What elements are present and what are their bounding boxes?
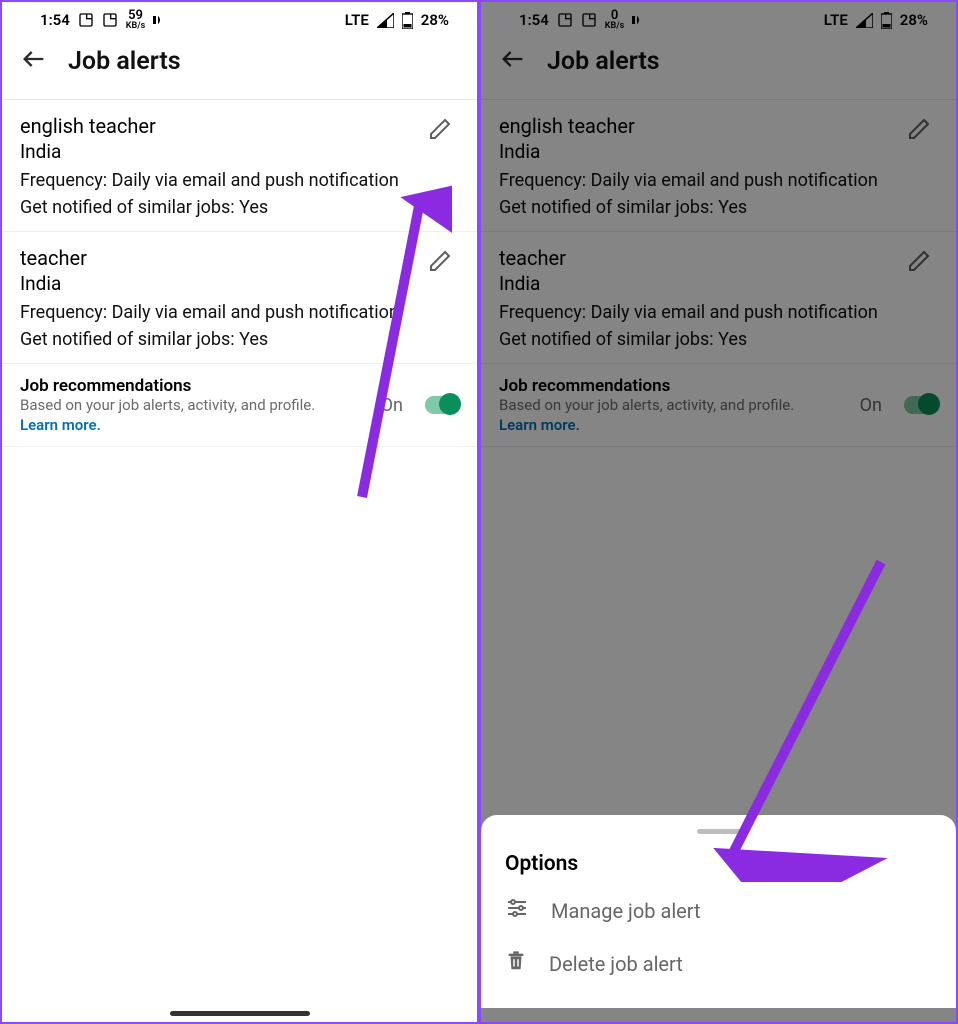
alert-frequency: Frequency: Daily via email and push noti… bbox=[499, 299, 938, 326]
edit-alert-button[interactable] bbox=[904, 114, 934, 144]
status-time: 1:54 bbox=[519, 11, 549, 29]
edit-alert-button[interactable] bbox=[904, 246, 934, 276]
screenshot-icon-1 bbox=[78, 12, 94, 28]
toggle-state: On bbox=[860, 395, 882, 416]
recommendations-row: Job recommendations Based on your job al… bbox=[481, 364, 956, 447]
nav-handle[interactable] bbox=[170, 1011, 310, 1016]
battery-percent: 28% bbox=[900, 11, 928, 29]
back-button[interactable] bbox=[20, 45, 48, 77]
page-title: Job alerts bbox=[547, 47, 660, 76]
network-type: LTE bbox=[824, 11, 848, 29]
screenshot-icon-2 bbox=[102, 12, 118, 28]
toggle-state: On bbox=[381, 395, 403, 416]
sheet-title: Options bbox=[481, 848, 956, 884]
alert-location: India bbox=[20, 140, 459, 163]
alert-location: India bbox=[499, 272, 938, 295]
recs-title: Job recommendations bbox=[499, 376, 850, 396]
recommendations-toggle[interactable] bbox=[904, 396, 938, 414]
recommendations-row: Job recommendations Based on your job al… bbox=[2, 364, 477, 447]
recs-title: Job recommendations bbox=[20, 376, 371, 396]
battery-percent: 28% bbox=[421, 11, 449, 29]
manage-job-alert-option[interactable]: Manage job alert bbox=[481, 884, 956, 937]
alert-frequency: Frequency: Daily via email and push noti… bbox=[499, 167, 938, 194]
sliders-icon bbox=[505, 896, 529, 925]
alert-similar: Get notified of similar jobs: Yes bbox=[20, 326, 459, 353]
alert-frequency: Frequency: Daily via email and push noti… bbox=[20, 167, 459, 194]
alert-item[interactable]: english teacher India Frequency: Daily v… bbox=[2, 100, 477, 232]
sheet-drag-handle[interactable] bbox=[697, 829, 741, 834]
recommendations-toggle[interactable] bbox=[425, 396, 459, 414]
alert-similar: Get notified of similar jobs: Yes bbox=[20, 194, 459, 221]
edit-alert-button[interactable] bbox=[425, 246, 455, 276]
status-bar: 1:54 59KB/s LTE 28% bbox=[2, 2, 477, 33]
net-speed: 59KB/s bbox=[126, 9, 145, 31]
back-button[interactable] bbox=[499, 45, 527, 77]
manage-label: Manage job alert bbox=[551, 899, 701, 923]
page-title: Job alerts bbox=[68, 47, 181, 76]
alert-item[interactable]: teacher India Frequency: Daily via email… bbox=[481, 232, 956, 364]
alert-item[interactable]: teacher India Frequency: Daily via email… bbox=[2, 232, 477, 364]
alert-title: teacher bbox=[499, 246, 938, 270]
delete-label: Delete job alert bbox=[549, 952, 683, 976]
alert-title: english teacher bbox=[20, 114, 459, 138]
alert-title: teacher bbox=[20, 246, 459, 270]
options-bottom-sheet: Options Manage job alert Delete job aler… bbox=[481, 815, 956, 1008]
status-time: 1:54 bbox=[40, 11, 70, 29]
alert-similar: Get notified of similar jobs: Yes bbox=[499, 326, 938, 353]
battery-icon bbox=[402, 12, 413, 29]
alert-location: India bbox=[499, 140, 938, 163]
alert-item[interactable]: english teacher India Frequency: Daily v… bbox=[481, 100, 956, 232]
signal-icon bbox=[377, 13, 394, 28]
appbar: Job alerts bbox=[481, 33, 956, 99]
status-bar: 1:54 0KB/s LTE 28% bbox=[481, 2, 956, 33]
data-icon bbox=[153, 14, 169, 26]
trash-icon bbox=[505, 949, 527, 978]
phone-screenshot-right: 1:54 0KB/s LTE 28% Job a bbox=[479, 0, 958, 1024]
recs-subtitle: Based on your job alerts, activity, and … bbox=[499, 396, 850, 414]
network-type: LTE bbox=[345, 11, 369, 29]
appbar: Job alerts bbox=[2, 33, 477, 99]
alert-frequency: Frequency: Daily via email and push noti… bbox=[20, 299, 459, 326]
alert-title: english teacher bbox=[499, 114, 938, 138]
screenshot-icon-2 bbox=[581, 12, 597, 28]
delete-job-alert-option[interactable]: Delete job alert bbox=[481, 937, 956, 990]
learn-more-link[interactable]: Learn more. bbox=[499, 416, 850, 434]
battery-icon bbox=[881, 12, 892, 29]
recs-subtitle: Based on your job alerts, activity, and … bbox=[20, 396, 371, 414]
alert-similar: Get notified of similar jobs: Yes bbox=[499, 194, 938, 221]
content-area: english teacher India Frequency: Daily v… bbox=[2, 99, 477, 1022]
data-icon bbox=[632, 14, 648, 26]
net-speed: 0KB/s bbox=[605, 9, 624, 31]
edit-alert-button[interactable] bbox=[425, 114, 455, 144]
learn-more-link[interactable]: Learn more. bbox=[20, 416, 371, 434]
alert-location: India bbox=[20, 272, 459, 295]
signal-icon bbox=[856, 13, 873, 28]
phone-screenshot-left: 1:54 59KB/s LTE 28% Job bbox=[0, 0, 479, 1024]
screenshot-icon-1 bbox=[557, 12, 573, 28]
